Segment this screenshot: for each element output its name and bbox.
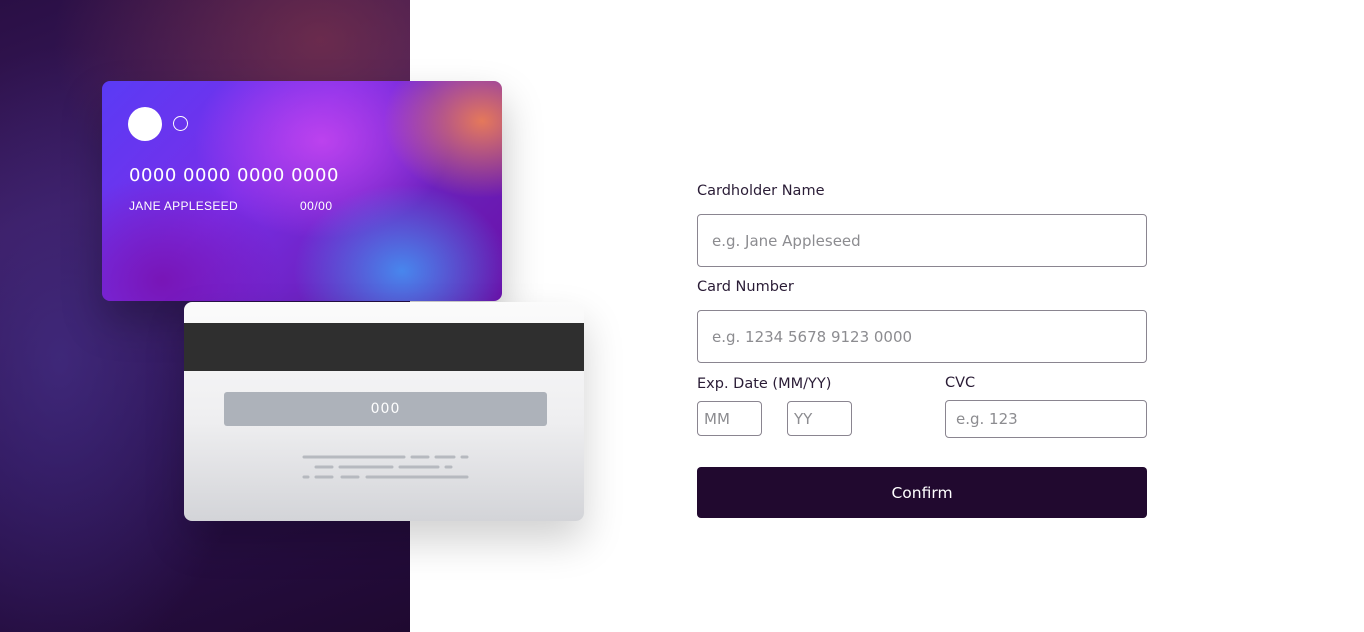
card-front-name: JANE APPLESEED	[129, 199, 238, 213]
cvc-label: CVC	[945, 375, 976, 391]
page: 0000 0000 0000 0000 JANE APPLESEED 00/00…	[0, 0, 1364, 632]
card-number-input[interactable]	[697, 310, 1147, 363]
card-back: 000	[184, 302, 584, 521]
cvc-input[interactable]	[945, 400, 1147, 438]
cardholder-name-input[interactable]	[697, 214, 1147, 267]
exp-year-input[interactable]	[787, 401, 852, 436]
exp-month-input[interactable]	[697, 401, 762, 436]
card-front: 0000 0000 0000 0000 JANE APPLESEED 00/00	[102, 81, 502, 301]
card-back-decorative-lines	[302, 455, 469, 479]
card-front-number: 0000 0000 0000 0000	[129, 165, 339, 186]
cardholder-name-label: Cardholder Name	[697, 183, 825, 199]
card-number-label: Card Number	[697, 279, 794, 295]
confirm-button[interactable]: Confirm	[697, 467, 1147, 518]
exp-date-label: Exp. Date (MM/YY)	[697, 376, 832, 392]
card-front-expiry: 00/00	[300, 199, 333, 213]
card-logo-outline-circle-icon	[173, 116, 188, 131]
card-logo-filled-circle-icon	[128, 107, 162, 141]
